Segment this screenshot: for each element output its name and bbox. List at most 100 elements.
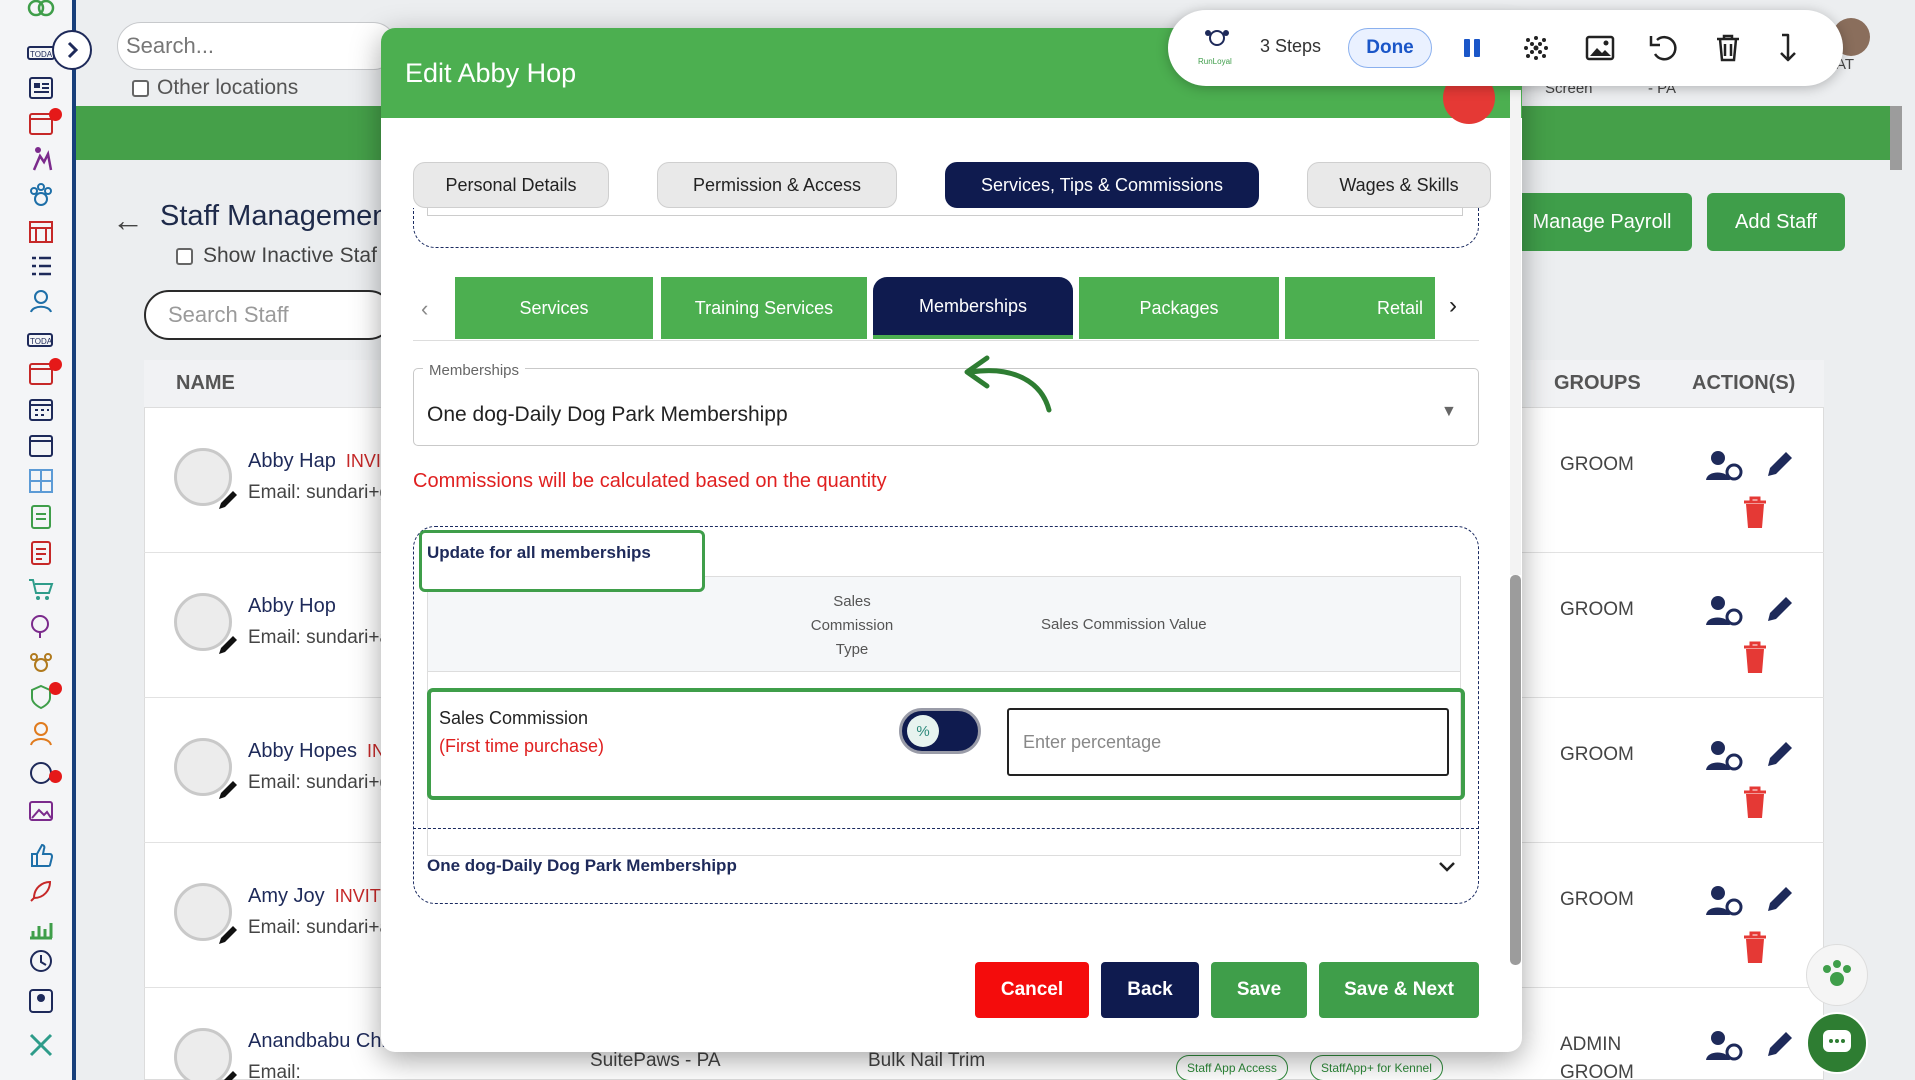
avatar[interactable] bbox=[174, 448, 237, 509]
save-button[interactable]: Save bbox=[1211, 962, 1307, 1018]
row-name[interactable]: Amy Joy INVIT bbox=[248, 885, 381, 908]
chevron-down-icon[interactable] bbox=[1435, 854, 1459, 878]
done-button[interactable]: Done bbox=[1348, 28, 1432, 68]
row-email: Email: sundari+g bbox=[248, 482, 391, 503]
manage-payroll-button[interactable]: Manage Payroll bbox=[1512, 193, 1692, 251]
search-staff-input[interactable]: Search Staff bbox=[144, 290, 394, 340]
chat-support-button[interactable] bbox=[1806, 1012, 1868, 1074]
pets-icon[interactable] bbox=[24, 644, 58, 678]
show-inactive-checkbox[interactable]: Show Inactive Staf bbox=[176, 244, 377, 268]
undo-icon[interactable] bbox=[1646, 30, 1682, 66]
edit-pencil-icon[interactable] bbox=[215, 487, 241, 513]
row-name[interactable]: Abby Hap INVI bbox=[248, 450, 381, 473]
groomer-icon[interactable] bbox=[24, 142, 58, 176]
manage-user-icon[interactable] bbox=[1704, 448, 1744, 484]
tools-icon[interactable] bbox=[24, 1028, 58, 1062]
row-email: Email: sundari+a bbox=[248, 917, 391, 938]
user-icon[interactable] bbox=[24, 716, 58, 750]
edit-pencil-icon[interactable] bbox=[215, 1067, 241, 1080]
edit-icon[interactable] bbox=[1762, 736, 1798, 772]
save-next-button[interactable]: Save & Next bbox=[1319, 962, 1479, 1018]
modal-scrollbar[interactable] bbox=[1510, 575, 1521, 965]
paw-help-button[interactable] bbox=[1806, 944, 1868, 1006]
subtab-packages[interactable]: Packages bbox=[1079, 277, 1279, 339]
membership-accordion-title[interactable]: One dog-Daily Dog Park Membershipp bbox=[427, 856, 737, 876]
manage-user-icon[interactable] bbox=[1704, 738, 1744, 774]
avatar[interactable] bbox=[174, 738, 237, 799]
staff-settings-icon[interactable] bbox=[24, 284, 58, 318]
clock-icon[interactable] bbox=[24, 944, 58, 978]
image-icon[interactable] bbox=[1582, 30, 1618, 66]
delete-icon[interactable] bbox=[1740, 639, 1770, 675]
calendar-icon[interactable] bbox=[24, 392, 58, 426]
report-icon[interactable] bbox=[24, 536, 58, 570]
chat-icon[interactable] bbox=[24, 756, 62, 790]
thumbs-up-icon[interactable] bbox=[24, 838, 58, 872]
calendar-alert-icon[interactable] bbox=[24, 106, 62, 140]
edit-pencil-icon[interactable] bbox=[215, 922, 241, 948]
cart-icon[interactable] bbox=[24, 572, 58, 606]
edit-pencil-icon[interactable] bbox=[215, 632, 241, 658]
left-nav-rail: TODA TODA bbox=[0, 0, 76, 1080]
calendar-alt-icon[interactable] bbox=[24, 428, 58, 462]
row-name[interactable]: Abby Hop bbox=[248, 595, 346, 618]
dropdown-caret-icon[interactable]: ▼ bbox=[1441, 403, 1457, 421]
add-staff-button[interactable]: Add Staff bbox=[1707, 193, 1845, 251]
dashboard-icon[interactable] bbox=[24, 72, 58, 106]
row-name[interactable]: Anandbabu Chi bbox=[248, 1030, 396, 1053]
team-icon[interactable] bbox=[24, 984, 58, 1018]
edit-icon[interactable] bbox=[1762, 881, 1798, 917]
edit-icon[interactable] bbox=[1762, 1026, 1798, 1062]
subtab-scroll-left-icon[interactable]: ‹ bbox=[421, 296, 428, 322]
tab-personal-details[interactable]: Personal Details bbox=[413, 162, 609, 208]
update-all-memberships[interactable]: Update for all memberships bbox=[427, 543, 651, 563]
paw-icon[interactable] bbox=[24, 178, 58, 212]
gallery-icon[interactable] bbox=[24, 794, 58, 828]
avatar[interactable] bbox=[174, 593, 237, 654]
avatar[interactable] bbox=[174, 1028, 237, 1080]
tab-permission-access[interactable]: Permission & Access bbox=[657, 162, 897, 208]
analytics-icon[interactable] bbox=[24, 910, 58, 944]
manage-user-icon[interactable] bbox=[1704, 593, 1744, 629]
blur-icon[interactable] bbox=[1518, 30, 1554, 66]
row-name[interactable]: Abby Hopes IN bbox=[248, 740, 385, 763]
subtab-training-services[interactable]: Training Services bbox=[661, 277, 867, 339]
pause-icon[interactable] bbox=[1454, 30, 1490, 66]
delete-icon[interactable] bbox=[1740, 929, 1770, 965]
calendar-red-icon[interactable] bbox=[24, 356, 62, 390]
manage-user-icon[interactable] bbox=[1704, 1028, 1744, 1064]
subtab-retail[interactable]: Retail bbox=[1285, 277, 1435, 339]
edit-icon[interactable] bbox=[1762, 591, 1798, 627]
delete-icon[interactable] bbox=[1740, 784, 1770, 820]
store-icon[interactable] bbox=[24, 214, 58, 248]
edit-pencil-icon[interactable] bbox=[215, 777, 241, 803]
rocket-icon[interactable] bbox=[24, 874, 58, 908]
page-scrollbar[interactable] bbox=[1890, 106, 1902, 170]
delete-icon[interactable] bbox=[1740, 494, 1770, 530]
badge-icon[interactable] bbox=[24, 680, 62, 714]
edit-icon[interactable] bbox=[1762, 446, 1798, 482]
subtab-services[interactable]: Services bbox=[455, 277, 653, 339]
grid-icon[interactable] bbox=[24, 464, 58, 498]
loyalty-icon[interactable] bbox=[24, 608, 58, 642]
cancel-button[interactable]: Cancel bbox=[975, 962, 1089, 1018]
tab-services-tips-commissions[interactable]: Services, Tips & Commissions bbox=[945, 162, 1259, 208]
avatar[interactable] bbox=[174, 883, 237, 944]
arrow-down-icon[interactable] bbox=[1770, 30, 1806, 66]
global-search-input[interactable]: Search... bbox=[117, 22, 397, 70]
back-button[interactable]: Back bbox=[1101, 962, 1199, 1018]
sales-commission-label: Sales Commission bbox=[439, 708, 589, 728]
other-locations-checkbox[interactable]: Other locations bbox=[132, 76, 298, 100]
subtab-memberships[interactable]: Memberships bbox=[873, 277, 1073, 339]
commission-type-toggle[interactable]: % bbox=[899, 708, 981, 754]
checklist-icon[interactable] bbox=[24, 500, 58, 534]
manage-user-icon[interactable] bbox=[1704, 883, 1744, 919]
tab-wages-skills[interactable]: Wages & Skills bbox=[1307, 162, 1491, 208]
percentage-input[interactable]: Enter percentage bbox=[1007, 708, 1449, 776]
today-alt-icon[interactable]: TODA bbox=[24, 322, 58, 356]
back-arrow-icon[interactable]: ← bbox=[112, 202, 144, 239]
list-icon[interactable] bbox=[24, 250, 58, 284]
trash-icon[interactable] bbox=[1710, 30, 1746, 66]
subtab-scroll-right-icon[interactable]: › bbox=[1449, 292, 1457, 320]
expand-sidebar-button[interactable] bbox=[52, 30, 92, 70]
